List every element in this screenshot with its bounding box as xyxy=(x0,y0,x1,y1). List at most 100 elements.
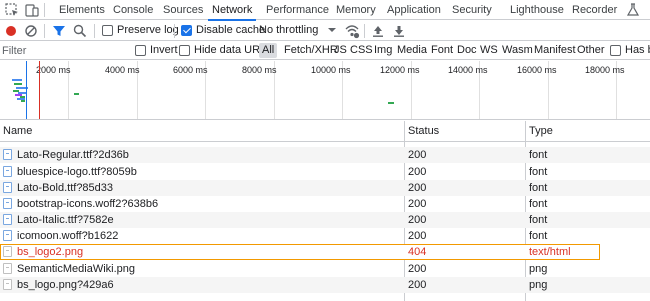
clear-icon[interactable] xyxy=(23,23,39,39)
table-row[interactable] xyxy=(0,294,650,301)
filter-type-ws[interactable]: WS xyxy=(477,43,501,58)
request-type: font xyxy=(529,230,548,242)
table-row[interactable]: bs_logo.png?429a6 200 png xyxy=(0,277,650,293)
column-header-name[interactable]: Name xyxy=(3,121,32,142)
network-overview-timeline[interactable]: 2000 ms 4000 ms 6000 ms 8000 ms 10000 ms… xyxy=(0,61,650,120)
request-name: bootstrap-icons.woff2?638b6 xyxy=(17,198,159,210)
hide-data-urls-checkbox[interactable] xyxy=(179,45,190,56)
toolbar-divider xyxy=(94,24,95,38)
request-name: SemanticMediaWiki.png xyxy=(17,263,135,275)
tab-application[interactable]: Application xyxy=(387,0,441,20)
filter-type-font[interactable]: Font xyxy=(428,43,456,58)
request-name: Lato-Bold.ttf?85d33 xyxy=(17,182,114,194)
timeline-tick-label: 8000 ms xyxy=(242,65,277,75)
request-status: 200 xyxy=(408,198,427,210)
table-row[interactable]: Lato-Italic.ttf?7582e 200 font xyxy=(0,212,650,228)
table-row[interactable]: SemanticMediaWiki.png 200 png xyxy=(0,261,650,277)
column-header-type[interactable]: Type xyxy=(529,121,553,142)
device-toolbar-icon[interactable] xyxy=(24,2,40,18)
timeline-tick-label: 6000 ms xyxy=(173,65,208,75)
image-file-icon xyxy=(3,279,12,290)
request-name: icomoon.woff?b1622 xyxy=(17,230,119,242)
font-file-icon xyxy=(3,230,12,241)
font-file-icon xyxy=(3,198,12,209)
timeline-tick-label: 16000 ms xyxy=(517,65,557,75)
filter-input[interactable] xyxy=(2,42,128,59)
requests-table-header: Name Status Type xyxy=(0,121,650,142)
table-row[interactable]: bluespice-logo.ttf?8059b 200 font xyxy=(0,164,650,180)
tab-performance[interactable]: Performance xyxy=(266,0,329,20)
invert-label[interactable]: Invert xyxy=(150,44,178,56)
request-bar xyxy=(12,79,22,81)
request-status: 200 xyxy=(408,230,427,242)
request-type: png xyxy=(529,263,548,275)
tab-console[interactable]: Console xyxy=(113,0,153,20)
preserve-log-checkbox[interactable] xyxy=(102,25,113,36)
request-bar xyxy=(388,102,394,104)
timeline-tick-label: 14000 ms xyxy=(448,65,488,75)
tab-security[interactable]: Security xyxy=(452,0,492,20)
chevron-down-icon[interactable] xyxy=(326,24,342,40)
tab-network[interactable]: Network xyxy=(207,0,257,21)
request-type: font xyxy=(529,182,548,194)
filter-funnel-icon[interactable] xyxy=(51,23,67,39)
tab-recorder[interactable]: Recorder xyxy=(572,0,617,20)
request-bar xyxy=(21,100,25,102)
tab-memory[interactable]: Memory xyxy=(336,0,376,20)
request-type: text/html xyxy=(529,246,571,258)
invert-checkbox[interactable] xyxy=(135,45,146,56)
request-name: bluespice-logo.ttf?8059b xyxy=(17,166,137,178)
filter-type-doc[interactable]: Doc xyxy=(454,43,480,58)
throttling-select[interactable]: No throttling xyxy=(259,24,318,36)
request-status: 200 xyxy=(408,214,427,226)
timeline-tick-label: 12000 ms xyxy=(380,65,420,75)
devtools-tab-bar: Elements Console Sources Network Perform… xyxy=(0,0,650,21)
inspect-element-icon[interactable] xyxy=(4,2,20,18)
requests-table-body: Lato-Regular.ttf?2d36b 200 font bluespic… xyxy=(0,143,650,301)
disable-cache-label[interactable]: Disable cache xyxy=(196,24,265,36)
request-type: font xyxy=(529,149,548,161)
table-row[interactable] xyxy=(0,143,650,146)
request-type: png xyxy=(529,279,548,291)
network-conditions-icon[interactable] xyxy=(344,23,360,39)
table-row-error[interactable]: bs_logo2.png 404 text/html xyxy=(0,244,600,260)
image-file-icon xyxy=(3,263,12,274)
has-blocked-cookies-label[interactable]: Has bl xyxy=(625,44,650,56)
table-row[interactable]: icomoon.woff?b1622 200 font xyxy=(0,228,650,244)
request-type: font xyxy=(529,166,548,178)
column-header-status[interactable]: Status xyxy=(408,121,439,142)
request-name: Lato-Italic.ttf?7582e xyxy=(17,214,114,226)
preserve-log-label[interactable]: Preserve log xyxy=(117,24,179,36)
table-row[interactable]: Lato-Regular.ttf?2d36b 200 font xyxy=(0,147,650,163)
filter-type-manifest[interactable]: Manifest xyxy=(531,43,579,58)
tab-elements[interactable]: Elements xyxy=(59,0,105,20)
record-icon[interactable] xyxy=(3,23,19,39)
blank-file-icon xyxy=(3,246,12,257)
request-status: 200 xyxy=(408,279,427,291)
table-row[interactable]: Lato-Bold.ttf?85d33 200 font xyxy=(0,180,650,196)
has-blocked-cookies-checkbox[interactable] xyxy=(610,45,621,56)
import-har-icon[interactable] xyxy=(370,23,386,39)
disable-cache-checkbox[interactable] xyxy=(181,25,192,36)
toolbar-divider xyxy=(44,24,45,38)
table-row[interactable]: bootstrap-icons.woff2?638b6 200 font xyxy=(0,196,650,212)
domcontentloaded-marker xyxy=(26,61,27,119)
font-file-icon xyxy=(3,149,12,160)
filter-type-media[interactable]: Media xyxy=(394,43,430,58)
request-type: font xyxy=(529,214,548,226)
export-har-icon[interactable] xyxy=(391,23,407,39)
request-status: 200 xyxy=(408,149,427,161)
filter-type-other[interactable]: Other xyxy=(574,43,608,58)
font-file-icon xyxy=(3,182,12,193)
request-status: 200 xyxy=(408,263,427,275)
filter-type-img[interactable]: Img xyxy=(371,43,395,58)
request-bar xyxy=(14,83,22,85)
request-name: bs_logo.png?429a6 xyxy=(17,279,114,291)
tab-bar-divider xyxy=(44,3,45,17)
filter-type-all[interactable]: All xyxy=(259,43,278,58)
search-icon[interactable] xyxy=(72,23,88,39)
tab-lighthouse[interactable]: Lighthouse xyxy=(510,0,564,20)
timeline-tick-label: 4000 ms xyxy=(105,65,140,75)
tab-sources[interactable]: Sources xyxy=(163,0,203,20)
request-status: 200 xyxy=(408,166,427,178)
